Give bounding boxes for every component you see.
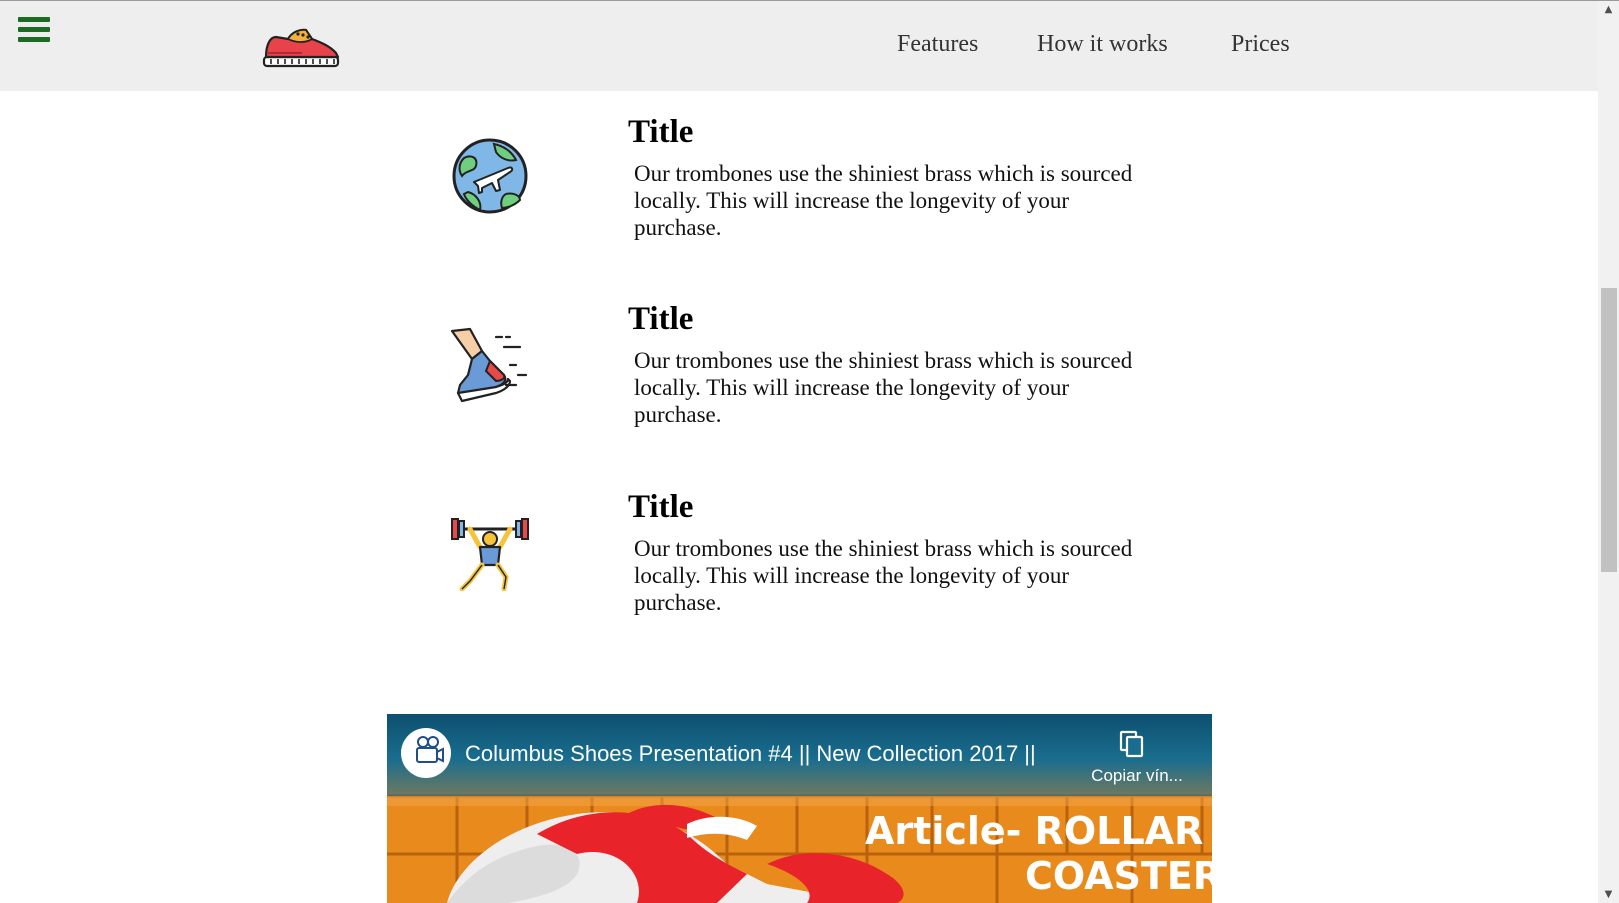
video-overlay-text: Article- ROLLAR: [865, 809, 1204, 853]
feature-title: Title: [628, 114, 694, 150]
feature-title: Title: [628, 301, 694, 337]
red-sneaker-logo-icon[interactable]: [262, 27, 340, 69]
nav-link-prices[interactable]: Prices: [1231, 31, 1290, 58]
scroll-down-arrow-icon[interactable]: ▼: [1598, 886, 1619, 903]
page-viewport: Features How it works Prices Title Our t…: [0, 0, 1619, 903]
running-shoe-foot-icon: [450, 327, 528, 403]
video-embed[interactable]: Columbus Shoes Presentation #4 || New Co…: [387, 714, 1212, 903]
feature-description: Our trombones use the shiniest brass whi…: [634, 161, 1133, 240]
hamburger-bar: [18, 37, 50, 42]
hamburger-bar: [18, 17, 50, 22]
weightlifter-icon: [451, 518, 529, 591]
hamburger-menu-icon[interactable]: [18, 17, 50, 43]
video-title[interactable]: Columbus Shoes Presentation #4 || New Co…: [465, 741, 1036, 767]
feature-description: Our trombones use the shiniest brass whi…: [634, 348, 1133, 427]
hamburger-bar: [18, 27, 50, 32]
feature-description: Our trombones use the shiniest brass whi…: [634, 536, 1133, 615]
channel-camera-logo-icon[interactable]: [401, 728, 451, 778]
copy-link-label: Copiar vín...: [1091, 766, 1183, 785]
feature-title: Title: [628, 489, 694, 525]
nav-link-how-it-works[interactable]: How it works: [1037, 31, 1168, 58]
copy-link-button[interactable]: Copiar vín...: [1077, 730, 1197, 790]
scroll-up-arrow-icon[interactable]: ▲: [1598, 1, 1619, 18]
site-header: Features How it works Prices: [0, 1, 1598, 91]
scrollbar-thumb[interactable]: [1601, 288, 1617, 572]
vertical-scrollbar[interactable]: ▲ ▼: [1598, 1, 1619, 903]
globe-airplane-icon: [452, 138, 528, 214]
nav-link-features[interactable]: Features: [897, 31, 978, 58]
channel-avatar-graphic: [402, 729, 450, 777]
video-overlay-text: COASTER: [1025, 854, 1212, 898]
copy-link-icon: [1119, 730, 1144, 758]
